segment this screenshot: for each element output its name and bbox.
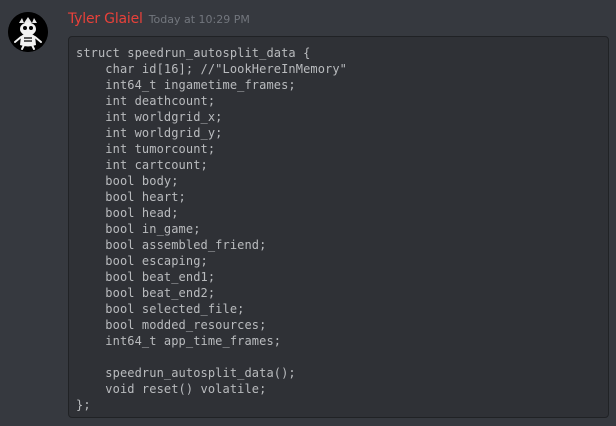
code-line: char id[16]; //"LookHereInMemory": [76, 62, 348, 76]
code-line: int worldgrid_y;: [76, 126, 223, 140]
chat-message: Tyler Glaiel Today at 10:29 PM struct sp…: [0, 0, 616, 426]
timestamp: Today at 10:29 PM: [148, 13, 250, 26]
code-line: int deathcount;: [76, 94, 216, 108]
code-line: speedrun_autosplit_data();: [76, 366, 296, 380]
code-line: int64_t ingametime_frames;: [76, 78, 296, 92]
avatar[interactable]: [8, 12, 48, 52]
code-line: bool body;: [76, 174, 179, 188]
code-line: bool in_game;: [76, 222, 201, 236]
code-line: bool assembled_friend;: [76, 238, 267, 252]
code-line: bool beat_end2;: [76, 286, 216, 300]
code-line: int cartcount;: [76, 158, 208, 172]
code-block: struct speedrun_autosplit_data { char id…: [68, 36, 609, 418]
code-line: bool modded_resources;: [76, 318, 267, 332]
code-line: bool head;: [76, 206, 179, 220]
code-line: bool heart;: [76, 190, 186, 204]
code-line: int worldgrid_x;: [76, 110, 223, 124]
code-line: int64_t app_time_frames;: [76, 334, 282, 348]
code-line: int tumorcount;: [76, 142, 216, 156]
message-header: Tyler Glaiel Today at 10:29 PM: [68, 11, 250, 31]
username[interactable]: Tyler Glaiel: [68, 11, 143, 27]
code-line: bool escaping;: [76, 254, 208, 268]
code-line: struct speedrun_autosplit_data {: [76, 46, 311, 60]
code-line: };: [76, 398, 91, 412]
code-lines: struct speedrun_autosplit_data { char id…: [76, 45, 608, 413]
code-line: bool beat_end1;: [76, 270, 216, 284]
code-line: bool selected_file;: [76, 302, 245, 316]
skull-creature-icon: [8, 12, 48, 52]
code-line: void reset() volatile;: [76, 382, 267, 396]
